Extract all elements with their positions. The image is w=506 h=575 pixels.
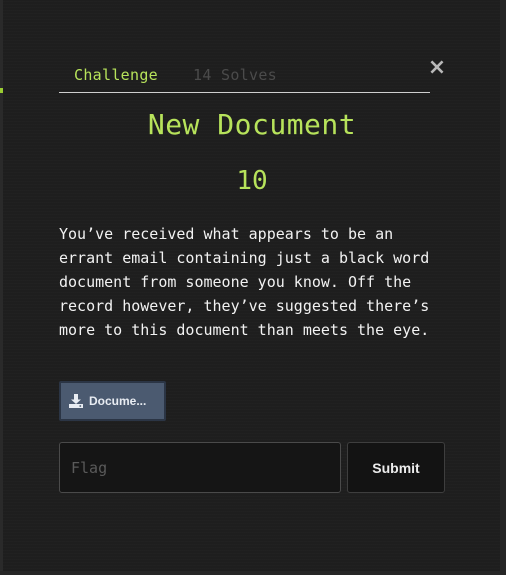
file-name-label: Docume... — [89, 394, 147, 408]
tab-challenge[interactable]: Challenge — [74, 66, 158, 84]
flag-input[interactable] — [59, 442, 341, 493]
challenge-points: 10 — [236, 166, 268, 196]
right-scrollbar[interactable] — [500, 0, 506, 575]
modal-tabs: Challenge 14 Solves — [59, 58, 430, 93]
file-download-button[interactable]: Docume... — [59, 381, 166, 421]
background-accent-mark — [0, 88, 3, 93]
tab-solves[interactable]: 14 Solves — [193, 66, 277, 84]
bottom-edge — [0, 571, 506, 575]
submit-button[interactable]: Submit — [347, 442, 445, 493]
challenge-title: New Document — [147, 108, 357, 141]
left-edge — [0, 0, 3, 575]
challenge-modal: Challenge 14 Solves × New Document 10 Yo… — [0, 0, 506, 575]
close-icon[interactable]: × — [427, 57, 447, 79]
challenge-description: You’ve received what appears to be an er… — [59, 225, 430, 339]
download-icon — [69, 394, 83, 408]
